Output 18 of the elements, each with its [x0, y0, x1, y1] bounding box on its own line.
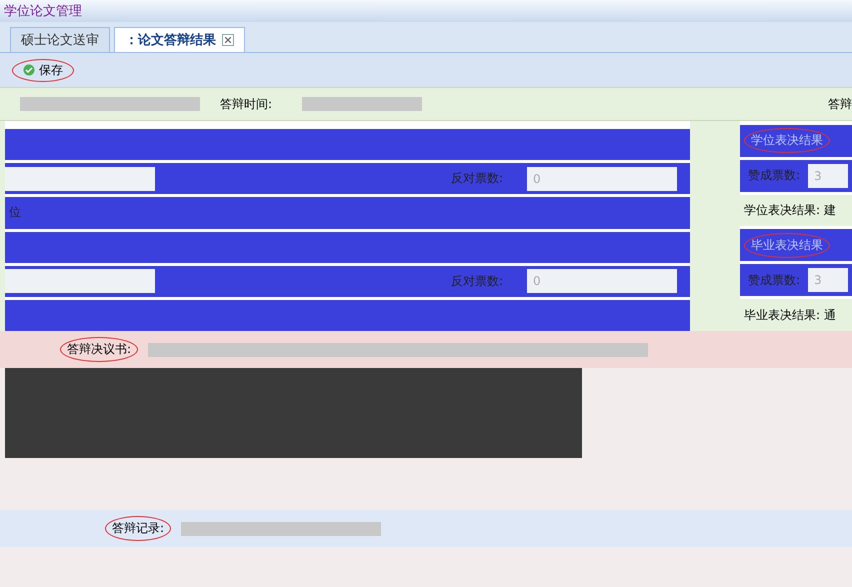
field-label: 学位表决结果: [744, 202, 820, 220]
app-title: 学位论文管理 [4, 3, 82, 20]
section-heading: 学位表决结果 [744, 128, 830, 154]
field-label: 答辩决议书: [60, 337, 138, 362]
field-value: 建 [824, 202, 836, 220]
tab[interactable]: 硕士论文送审 [10, 27, 110, 52]
input-field[interactable] [5, 269, 155, 294]
field-label: 答辩记录: [105, 516, 172, 541]
check-icon [23, 64, 35, 76]
section-heading: 毕业表决结果 [744, 232, 830, 258]
field-value: 通 [824, 306, 836, 324]
save-button[interactable]: 保存 [12, 58, 74, 82]
field-label: 答辩 [828, 96, 852, 112]
close-icon[interactable] [222, 34, 234, 46]
input-field[interactable] [5, 166, 155, 191]
field-label: 毕业表决结果: [744, 306, 820, 324]
tab[interactable]: ：论文答辩结果 [114, 27, 245, 52]
field-label: 答辩时间: [220, 96, 272, 112]
